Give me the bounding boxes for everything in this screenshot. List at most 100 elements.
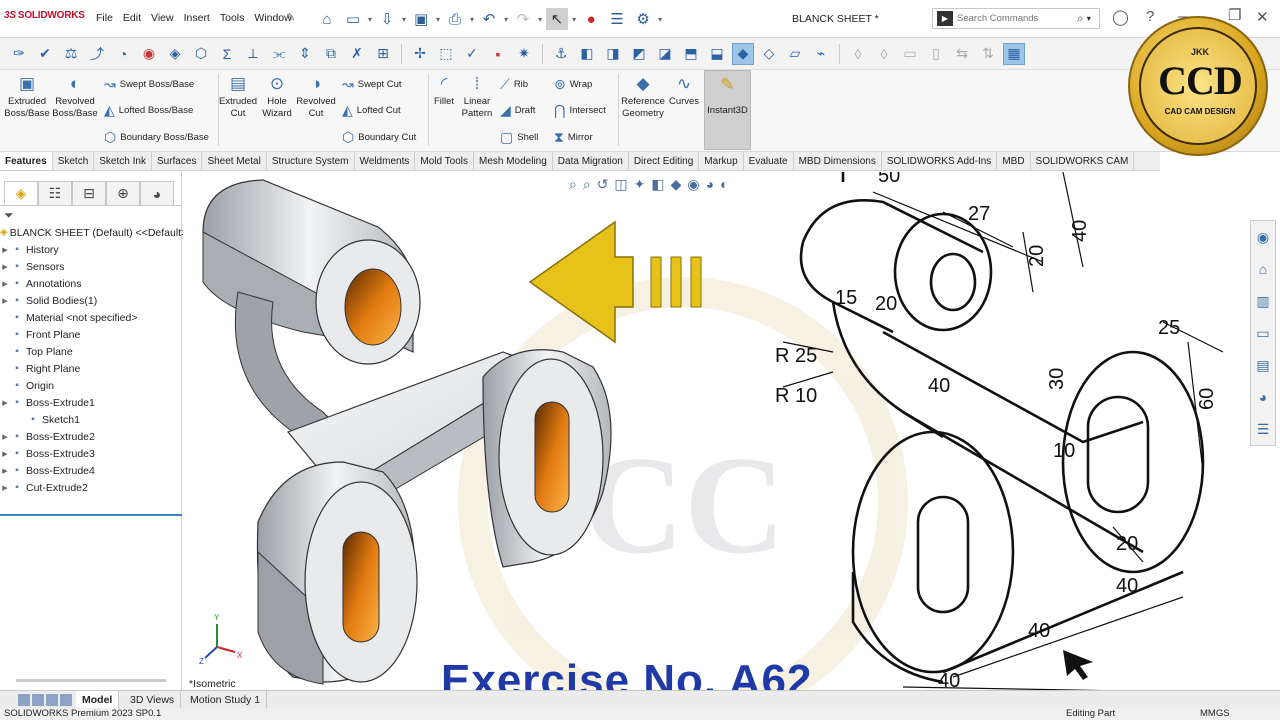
design-library-icon[interactable]: ▥ <box>1251 285 1275 317</box>
view-dimetric-icon[interactable]: ▱ <box>784 43 806 65</box>
appearances-icon[interactable]: ◕ <box>1251 381 1275 413</box>
previous-view-icon[interactable]: ↺ <box>597 176 609 193</box>
new-document-icon[interactable]: ▭ <box>342 8 364 30</box>
horizontal-scrollbar[interactable] <box>16 679 166 682</box>
surface-4-icon[interactable]: ▯ <box>925 43 947 65</box>
surface-3-icon[interactable]: ▭ <box>899 43 921 65</box>
appearance-icon[interactable]: ◕ <box>706 176 714 193</box>
pin-icon[interactable]: ✎ <box>286 11 295 24</box>
boundary-boss-button[interactable]: ⬡ Boundary Boss/Base <box>104 129 209 146</box>
hide-show-icon[interactable]: ◉ <box>687 176 699 193</box>
scene-icon[interactable]: ◐ <box>720 176 728 193</box>
prev-tab-icon[interactable] <box>32 694 44 706</box>
menu-tools[interactable]: Tools <box>220 12 245 24</box>
custom-properties-icon[interactable]: ☰ <box>1251 413 1275 445</box>
surface-icon[interactable]: ◊ <box>847 43 869 65</box>
tab-evaluate[interactable]: Evaluate <box>744 152 794 170</box>
print-icon[interactable]: ⎙ <box>444 8 466 30</box>
tab-markup[interactable]: Markup <box>699 152 744 170</box>
home-icon[interactable]: ⌂ <box>316 8 338 30</box>
view-back-icon[interactable]: ◨ <box>602 43 624 65</box>
view-orientation-icon[interactable]: ◧ <box>651 176 664 193</box>
split-icon[interactable]: ⫘ <box>268 43 290 65</box>
tree-item[interactable]: ▪ Material <not specified> <box>0 309 181 326</box>
menu-edit[interactable]: Edit <box>123 12 141 24</box>
expand-arrow-icon[interactable]: ▶ <box>0 263 10 271</box>
chevron-down-icon[interactable]: ▾ <box>368 15 372 24</box>
restore-icon[interactable]: ❐ <box>1228 6 1241 24</box>
chevron-down-icon[interactable]: ▾ <box>402 15 406 24</box>
feature-tree-icon[interactable]: ◈ <box>4 181 38 205</box>
save-icon[interactable]: ▣ <box>410 8 432 30</box>
dimxpert-icon[interactable]: ⊕ <box>106 181 140 205</box>
tab-sketch[interactable]: Sketch <box>53 152 95 170</box>
tree-item[interactable]: ▶ ▪ Boss-Extrude2 <box>0 428 181 445</box>
approve-icon[interactable]: ✓ <box>461 43 483 65</box>
draft-button[interactable]: ◢ Draft <box>500 102 535 119</box>
home-icon[interactable]: ⌂ <box>1251 253 1275 285</box>
tab-model[interactable]: Model <box>76 691 120 709</box>
menu-view[interactable]: View <box>151 12 174 24</box>
tree-item[interactable]: ▶ ▪ Cut-Extrude2 <box>0 479 181 496</box>
sigma-icon[interactable]: Σ <box>216 43 238 65</box>
wrap-button[interactable]: ⊚ Wrap <box>554 76 592 93</box>
curves-button[interactable]: ∿ Curves <box>666 74 702 108</box>
configuration-icon[interactable]: ⊟ <box>72 181 106 205</box>
surface-6-icon[interactable]: ⇅ <box>977 43 999 65</box>
tree-item[interactable]: ▶ ▪ Boss-Extrude4 <box>0 462 181 479</box>
balance-icon[interactable]: ⚖ <box>60 43 82 65</box>
select-icon[interactable]: ↖ <box>546 8 569 30</box>
tab-direct-editing[interactable]: Direct Editing <box>629 152 700 170</box>
options-gear-icon[interactable]: ⚙ <box>632 8 654 30</box>
tab-features[interactable]: Features <box>0 152 53 170</box>
tree-item[interactable]: ▶ ▪ Sensors <box>0 258 181 275</box>
fillet-button[interactable]: ◜ Fillet <box>428 74 460 108</box>
section-view-icon[interactable]: ◫ <box>614 176 627 193</box>
tab-motion-study[interactable]: Motion Study 1 <box>184 691 268 709</box>
view-top-icon[interactable]: ⬒ <box>680 43 702 65</box>
reference-geometry-button[interactable]: ◆ Reference Geometry <box>620 74 666 120</box>
chart-icon[interactable]: ▦ <box>1003 42 1025 65</box>
view-trimetric-icon[interactable]: ◇ <box>758 43 780 65</box>
tree-item[interactable]: ▶ ▪ History <box>0 241 181 258</box>
tab-surfaces[interactable]: Surfaces <box>152 152 203 170</box>
search-input[interactable] <box>957 13 1075 24</box>
tree-item[interactable]: ▶ ▪ Annotations <box>0 275 181 292</box>
rollback-bar[interactable] <box>0 514 182 516</box>
anchor-icon[interactable]: ⚓ <box>550 43 572 65</box>
check-icon[interactable]: ✔ <box>34 43 56 65</box>
traffic-light-icon[interactable]: ◉ <box>138 43 160 65</box>
linear-pattern-button[interactable]: ⁞ Linear Pattern <box>458 74 496 120</box>
measure-icon[interactable]: ⬚ <box>435 43 457 65</box>
expand-arrow-icon[interactable]: ▶ <box>0 433 10 441</box>
chevron-down-icon[interactable]: ▾ <box>572 15 576 24</box>
rebuild-icon[interactable]: ● <box>580 8 602 30</box>
mirror-button[interactable]: ⧗ Mirror <box>554 129 593 146</box>
revolved-boss-button[interactable]: ◐ Revolved Boss/Base <box>52 74 98 120</box>
tree-item[interactable]: ▪ Sketch1 <box>0 411 181 428</box>
surface-5-icon[interactable]: ⇆ <box>951 43 973 65</box>
copy-icon[interactable]: ⧉ <box>320 43 342 65</box>
view-left-icon[interactable]: ◩ <box>628 43 650 65</box>
fold-icon[interactable]: ⟂ <box>242 43 264 65</box>
file-explorer-icon[interactable]: ▭ <box>1251 317 1275 349</box>
units-selector[interactable]: MMGS <box>1200 708 1230 720</box>
dynamic-annotation-icon[interactable]: ✦ <box>634 176 646 193</box>
menu-insert[interactable]: Insert <box>184 12 210 24</box>
next-tab-icon[interactable] <box>46 694 58 706</box>
view-bottom-icon[interactable]: ⬓ <box>706 43 728 65</box>
tree-item[interactable]: ▶ ▪ Boss-Extrude3 <box>0 445 181 462</box>
tree-item[interactable]: ▪ Right Plane <box>0 360 181 377</box>
tab-mold-tools[interactable]: Mold Tools <box>415 152 474 170</box>
tree-root[interactable]: ◈ BLANCK SHEET (Default) <<Default> <box>0 224 187 241</box>
chevron-down-icon[interactable]: ▾ <box>436 15 440 24</box>
surface-2-icon[interactable]: ◊ <box>873 43 895 65</box>
display-style-icon[interactable]: ◆ <box>671 176 682 193</box>
tab-solidworks-add-ins[interactable]: SOLIDWORKS Add-Ins <box>882 152 998 170</box>
open-icon[interactable]: ⇩ <box>376 8 398 30</box>
check-shape-icon[interactable]: ◈ <box>164 43 186 65</box>
tree-item[interactable]: ▪ Origin <box>0 377 181 394</box>
curve-icon[interactable]: ⤴ <box>86 43 108 65</box>
chevron-down-icon[interactable]: ▾ <box>538 15 542 24</box>
hole-wizard-button[interactable]: ⊙ Hole Wizard <box>258 74 296 120</box>
